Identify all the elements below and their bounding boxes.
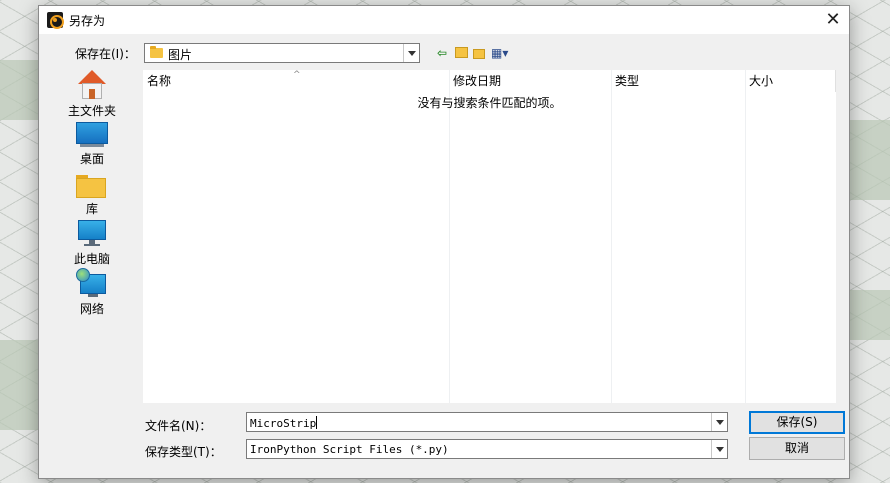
text-caret <box>316 416 318 429</box>
background-shape <box>850 120 890 200</box>
place-home[interactable]: 主文件夹 <box>59 70 125 119</box>
filename-label: 文件名(N)： <box>145 419 212 433</box>
title-bar[interactable]: 另存为 ✕ <box>39 6 849 34</box>
cancel-button[interactable]: 取消 <box>749 437 845 460</box>
save-as-dialog: 另存为 ✕ 保存在(I)： 图片 ⇦ ▦▾ 主文件夹 桌面 库 此电脑 网络 名… <box>38 5 850 479</box>
column-header-size[interactable]: 大小 <box>745 70 835 92</box>
computer-icon <box>76 220 108 248</box>
up-folder-icon[interactable] <box>455 46 468 60</box>
network-icon <box>76 268 108 298</box>
filename-value: MicroStrip <box>250 417 317 430</box>
place-this-pc[interactable]: 此电脑 <box>59 220 125 267</box>
column-guide <box>611 70 612 403</box>
column-guide <box>745 70 746 403</box>
close-button[interactable]: ✕ <box>823 10 843 30</box>
close-icon: ✕ <box>825 9 841 30</box>
place-label: 桌面 <box>79 152 104 166</box>
folder-icon <box>150 46 163 58</box>
filetype-value: IronPython Script Files (*.py) <box>250 443 449 456</box>
desktop-icon <box>76 122 108 148</box>
save-button[interactable]: 保存(S) <box>749 411 845 434</box>
save-in-value: 图片 <box>168 48 193 62</box>
column-guide <box>449 70 450 403</box>
save-in-label: 保存在(I)： <box>75 47 136 61</box>
chevron-down-icon[interactable] <box>403 44 419 62</box>
background-shape <box>850 290 890 340</box>
column-divider[interactable] <box>835 70 836 92</box>
back-icon[interactable]: ⇦ <box>437 46 447 60</box>
sort-ascending-icon: ^ <box>293 70 301 80</box>
file-list[interactable]: 名称 ^ 修改日期 类型 大小 没有与搜索条件匹配的项。 <box>143 70 836 403</box>
chevron-down-icon[interactable] <box>711 440 727 458</box>
place-library[interactable]: 库 <box>59 172 125 217</box>
empty-list-message: 没有与搜索条件匹配的项。 <box>417 96 562 110</box>
library-icon <box>76 172 108 198</box>
chevron-down-icon[interactable] <box>711 413 727 431</box>
filename-input[interactable]: MicroStrip <box>246 412 728 432</box>
background-shape <box>0 60 38 120</box>
save-in-dropdown[interactable]: 图片 <box>144 43 420 63</box>
filetype-label: 保存类型(T)： <box>145 445 222 459</box>
place-label: 主文件夹 <box>67 104 116 118</box>
new-folder-icon[interactable] <box>473 46 485 60</box>
home-icon <box>76 70 108 100</box>
app-icon <box>47 12 64 29</box>
filetype-dropdown[interactable]: IronPython Script Files (*.py) <box>246 439 728 459</box>
place-label: 此电脑 <box>73 252 110 266</box>
dialog-title: 另存为 <box>69 14 106 28</box>
place-desktop[interactable]: 桌面 <box>59 122 125 167</box>
place-network[interactable]: 网络 <box>59 268 125 317</box>
background-shape <box>0 340 38 430</box>
column-header-type[interactable]: 类型 <box>611 70 745 92</box>
view-menu-icon[interactable]: ▦▾ <box>491 46 508 60</box>
column-header-modified[interactable]: 修改日期 <box>449 70 611 92</box>
place-label: 库 <box>85 202 98 216</box>
place-label: 网络 <box>79 302 104 316</box>
